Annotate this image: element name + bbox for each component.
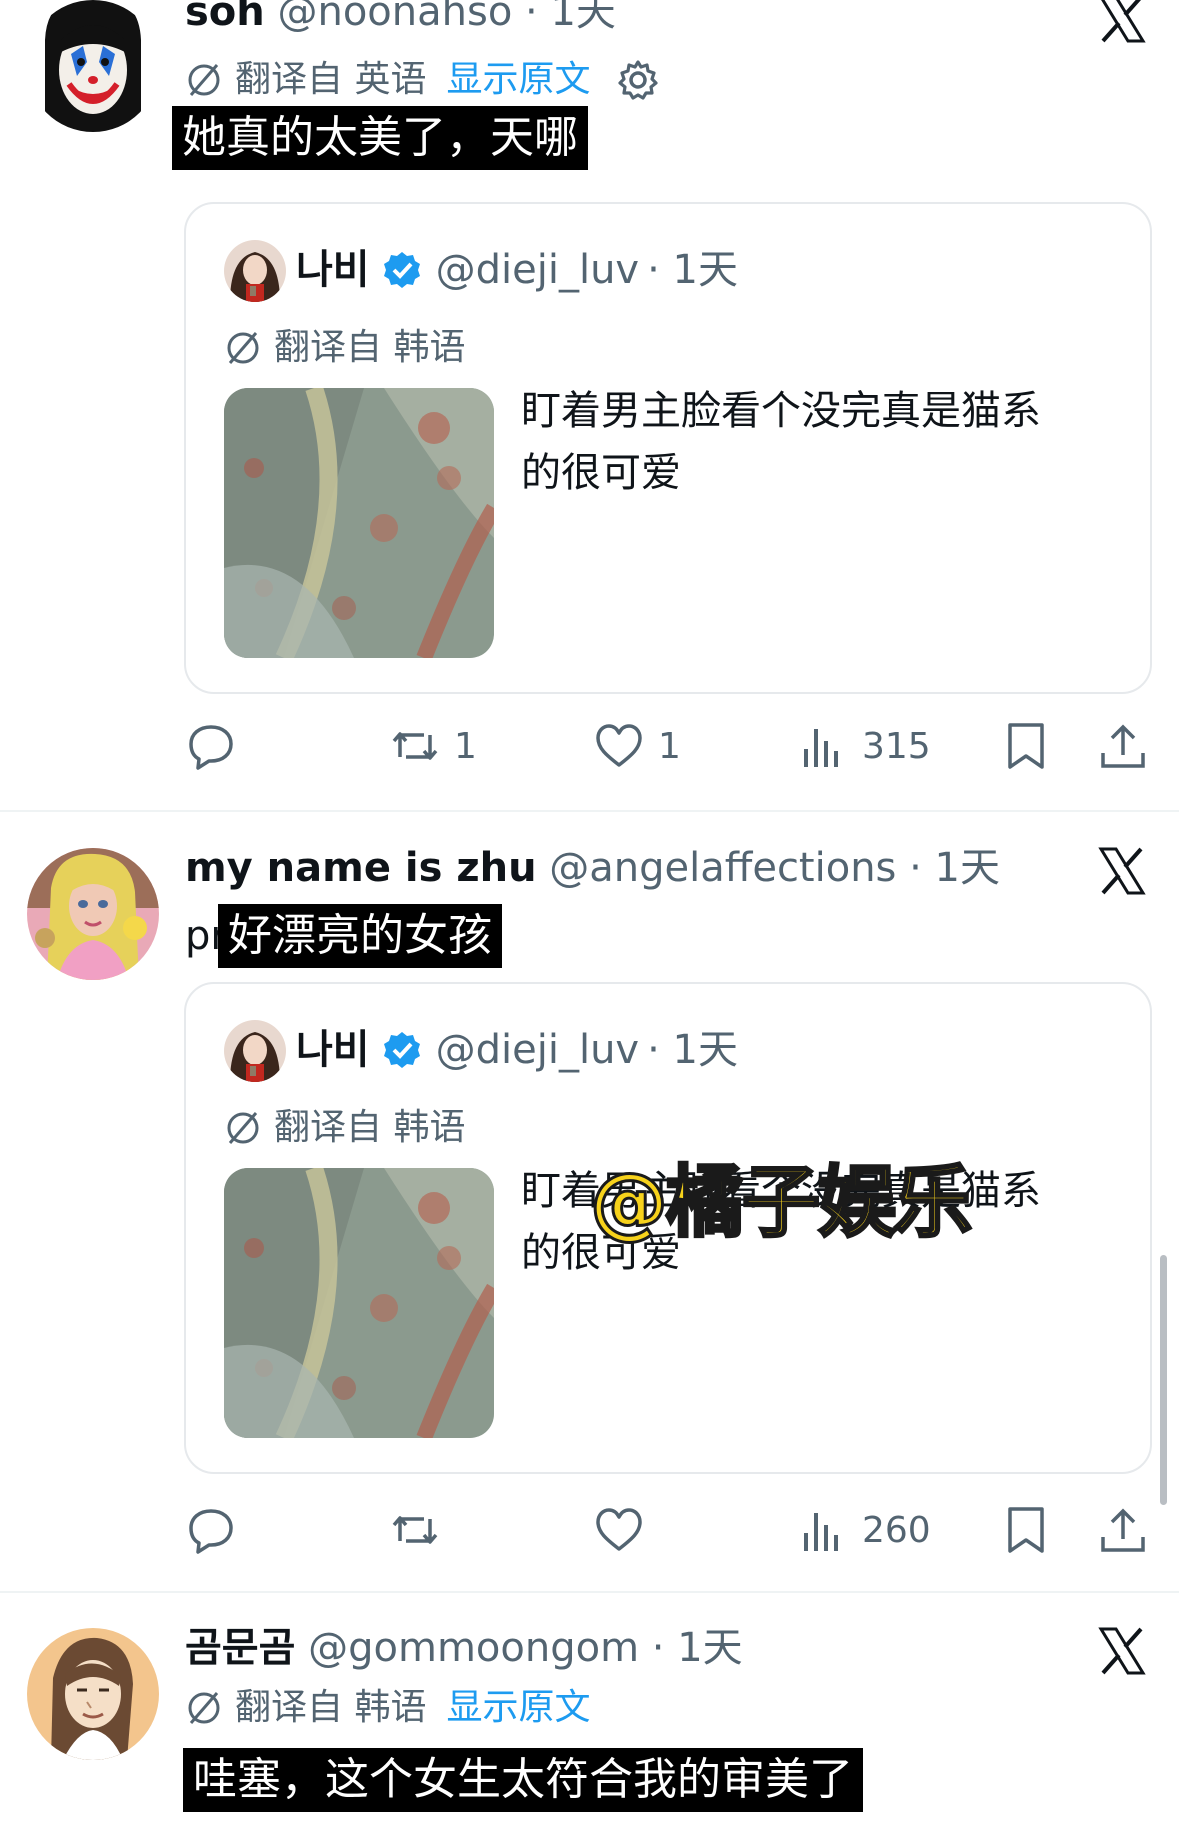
timestamp[interactable]: · 1天 — [652, 1625, 743, 1671]
quoted-handle[interactable]: @dieji_luv — [436, 1022, 639, 1078]
handle[interactable]: @noonahso — [277, 0, 512, 35]
quoted-text: 盯着男主脸看个没完真是猫系 的很可爱 — [521, 380, 1121, 504]
quoted-tweet[interactable]: 나비 @dieji_luv · 1天 翻译自 韩语 盯着男主脸看个没完真是猫系 … — [184, 202, 1152, 694]
quoted-translated-from: 翻译自 韩语 — [274, 1107, 466, 1148]
like-button[interactable] — [594, 1500, 658, 1560]
translate-icon — [227, 1112, 259, 1144]
verified-badge-icon — [383, 1032, 420, 1068]
display-name[interactable]: soh — [185, 0, 265, 35]
gear-icon[interactable] — [616, 58, 660, 102]
like-icon — [596, 1508, 642, 1551]
bookmark-icon — [1008, 723, 1044, 769]
show-original-link[interactable]: 显示原文 — [446, 1684, 590, 1732]
quoted-display-name[interactable]: 나비 — [296, 1022, 370, 1078]
retweet-icon — [392, 1516, 438, 1544]
retweet-icon — [392, 732, 438, 760]
tweet-caption: 好漂亮的女孩 — [218, 904, 502, 968]
tweet-header: 곰문곰 @gommoongom · 1天 — [185, 1622, 743, 1674]
quoted-translation-row: 翻译自 韩语 — [224, 324, 465, 372]
retweet-count: 1 — [454, 725, 477, 767]
bookmark-button[interactable] — [1001, 1500, 1051, 1560]
tweet-caption: 哇塞，这个女生太符合我的审美了 — [183, 1748, 863, 1812]
quoted-timestamp[interactable]: · 1天 — [647, 1022, 738, 1078]
scrollbar[interactable] — [1160, 1255, 1167, 1505]
retweet-button[interactable]: 1 — [390, 716, 477, 776]
avatar-zhu[interactable] — [27, 848, 159, 980]
bookmark-button[interactable] — [1001, 716, 1051, 776]
reply-button[interactable] — [186, 716, 250, 776]
quoted-header: 나비 @dieji_luv · 1天 — [296, 242, 738, 298]
display-name[interactable]: my name is zhu — [185, 845, 537, 891]
views-icon — [804, 1513, 838, 1551]
tweet-divider — [0, 1591, 1179, 1593]
avatar-gommoongom[interactable] — [27, 1628, 159, 1760]
quoted-handle[interactable]: @dieji_luv — [436, 242, 639, 298]
x-logo-icon[interactable] — [1097, 0, 1147, 44]
x-logo-icon[interactable] — [1097, 1626, 1147, 1676]
tweet-header: my name is zhu @angelaffections · 1天 — [185, 842, 1000, 894]
tweet-header: soh @noonahso · 1天 — [185, 0, 616, 38]
translate-icon — [188, 64, 220, 96]
quoted-media-image[interactable] — [224, 1168, 494, 1438]
translation-row: 翻译自 英语 显示原文 — [185, 56, 660, 104]
show-original-link[interactable]: 显示原文 — [446, 56, 590, 104]
reply-button[interactable] — [186, 1500, 250, 1560]
quoted-text-line-2: 的很可爱 — [521, 450, 681, 496]
action-bar: 1 1 315 — [0, 716, 1179, 776]
share-button[interactable] — [1098, 1500, 1148, 1560]
watermark-text: @橘子娱乐 — [588, 1157, 973, 1250]
translation-row: 翻译自 韩语 显示原文 — [185, 1684, 590, 1732]
share-button[interactable] — [1098, 716, 1148, 776]
views-count: 315 — [862, 725, 931, 767]
retweet-button[interactable] — [390, 1500, 454, 1560]
share-icon — [1101, 1508, 1145, 1552]
bookmark-icon — [1008, 1507, 1044, 1553]
action-bar: 260 — [0, 1500, 1179, 1560]
like-button[interactable]: 1 — [594, 716, 681, 776]
views-button[interactable]: 315 — [798, 716, 931, 776]
like-icon — [596, 724, 642, 767]
share-icon — [1101, 724, 1145, 768]
quoted-media-image[interactable] — [224, 388, 494, 658]
quoted-avatar[interactable] — [224, 1020, 286, 1082]
reply-icon — [189, 725, 233, 770]
translate-icon — [227, 332, 259, 364]
tweet-divider — [0, 810, 1179, 812]
handle[interactable]: @gommoongom — [308, 1625, 639, 1671]
translate-icon — [188, 1692, 220, 1724]
quoted-timestamp[interactable]: · 1天 — [647, 242, 738, 298]
quoted-translation-row: 翻译自 韩语 — [224, 1104, 465, 1152]
timestamp[interactable]: · 1天 — [909, 845, 1000, 891]
translated-from-label: 翻译自 英语 — [235, 59, 427, 100]
translated-from-label: 翻译自 韩语 — [235, 1687, 427, 1728]
verified-badge-icon — [383, 252, 420, 288]
quoted-text-line-1: 盯着男主脸看个没完真是猫系 — [521, 388, 1041, 434]
views-button[interactable]: 260 — [798, 1500, 931, 1560]
timestamp[interactable]: · 1天 — [525, 0, 616, 35]
views-count: 260 — [862, 1509, 931, 1551]
views-icon — [804, 729, 838, 767]
avatar-soh[interactable] — [27, 0, 159, 132]
quoted-header: 나비 @dieji_luv · 1天 — [296, 1022, 738, 1078]
quoted-translated-from: 翻译自 韩语 — [274, 327, 466, 368]
like-count: 1 — [658, 725, 681, 767]
quoted-display-name[interactable]: 나비 — [296, 242, 370, 298]
quoted-avatar[interactable] — [224, 240, 286, 302]
reply-icon — [189, 1509, 233, 1554]
tweet-caption: 她真的太美了，天哪 — [172, 106, 588, 170]
handle[interactable]: @angelaffections — [549, 845, 896, 891]
display-name[interactable]: 곰문곰 — [185, 1625, 295, 1671]
x-logo-icon[interactable] — [1097, 846, 1147, 896]
